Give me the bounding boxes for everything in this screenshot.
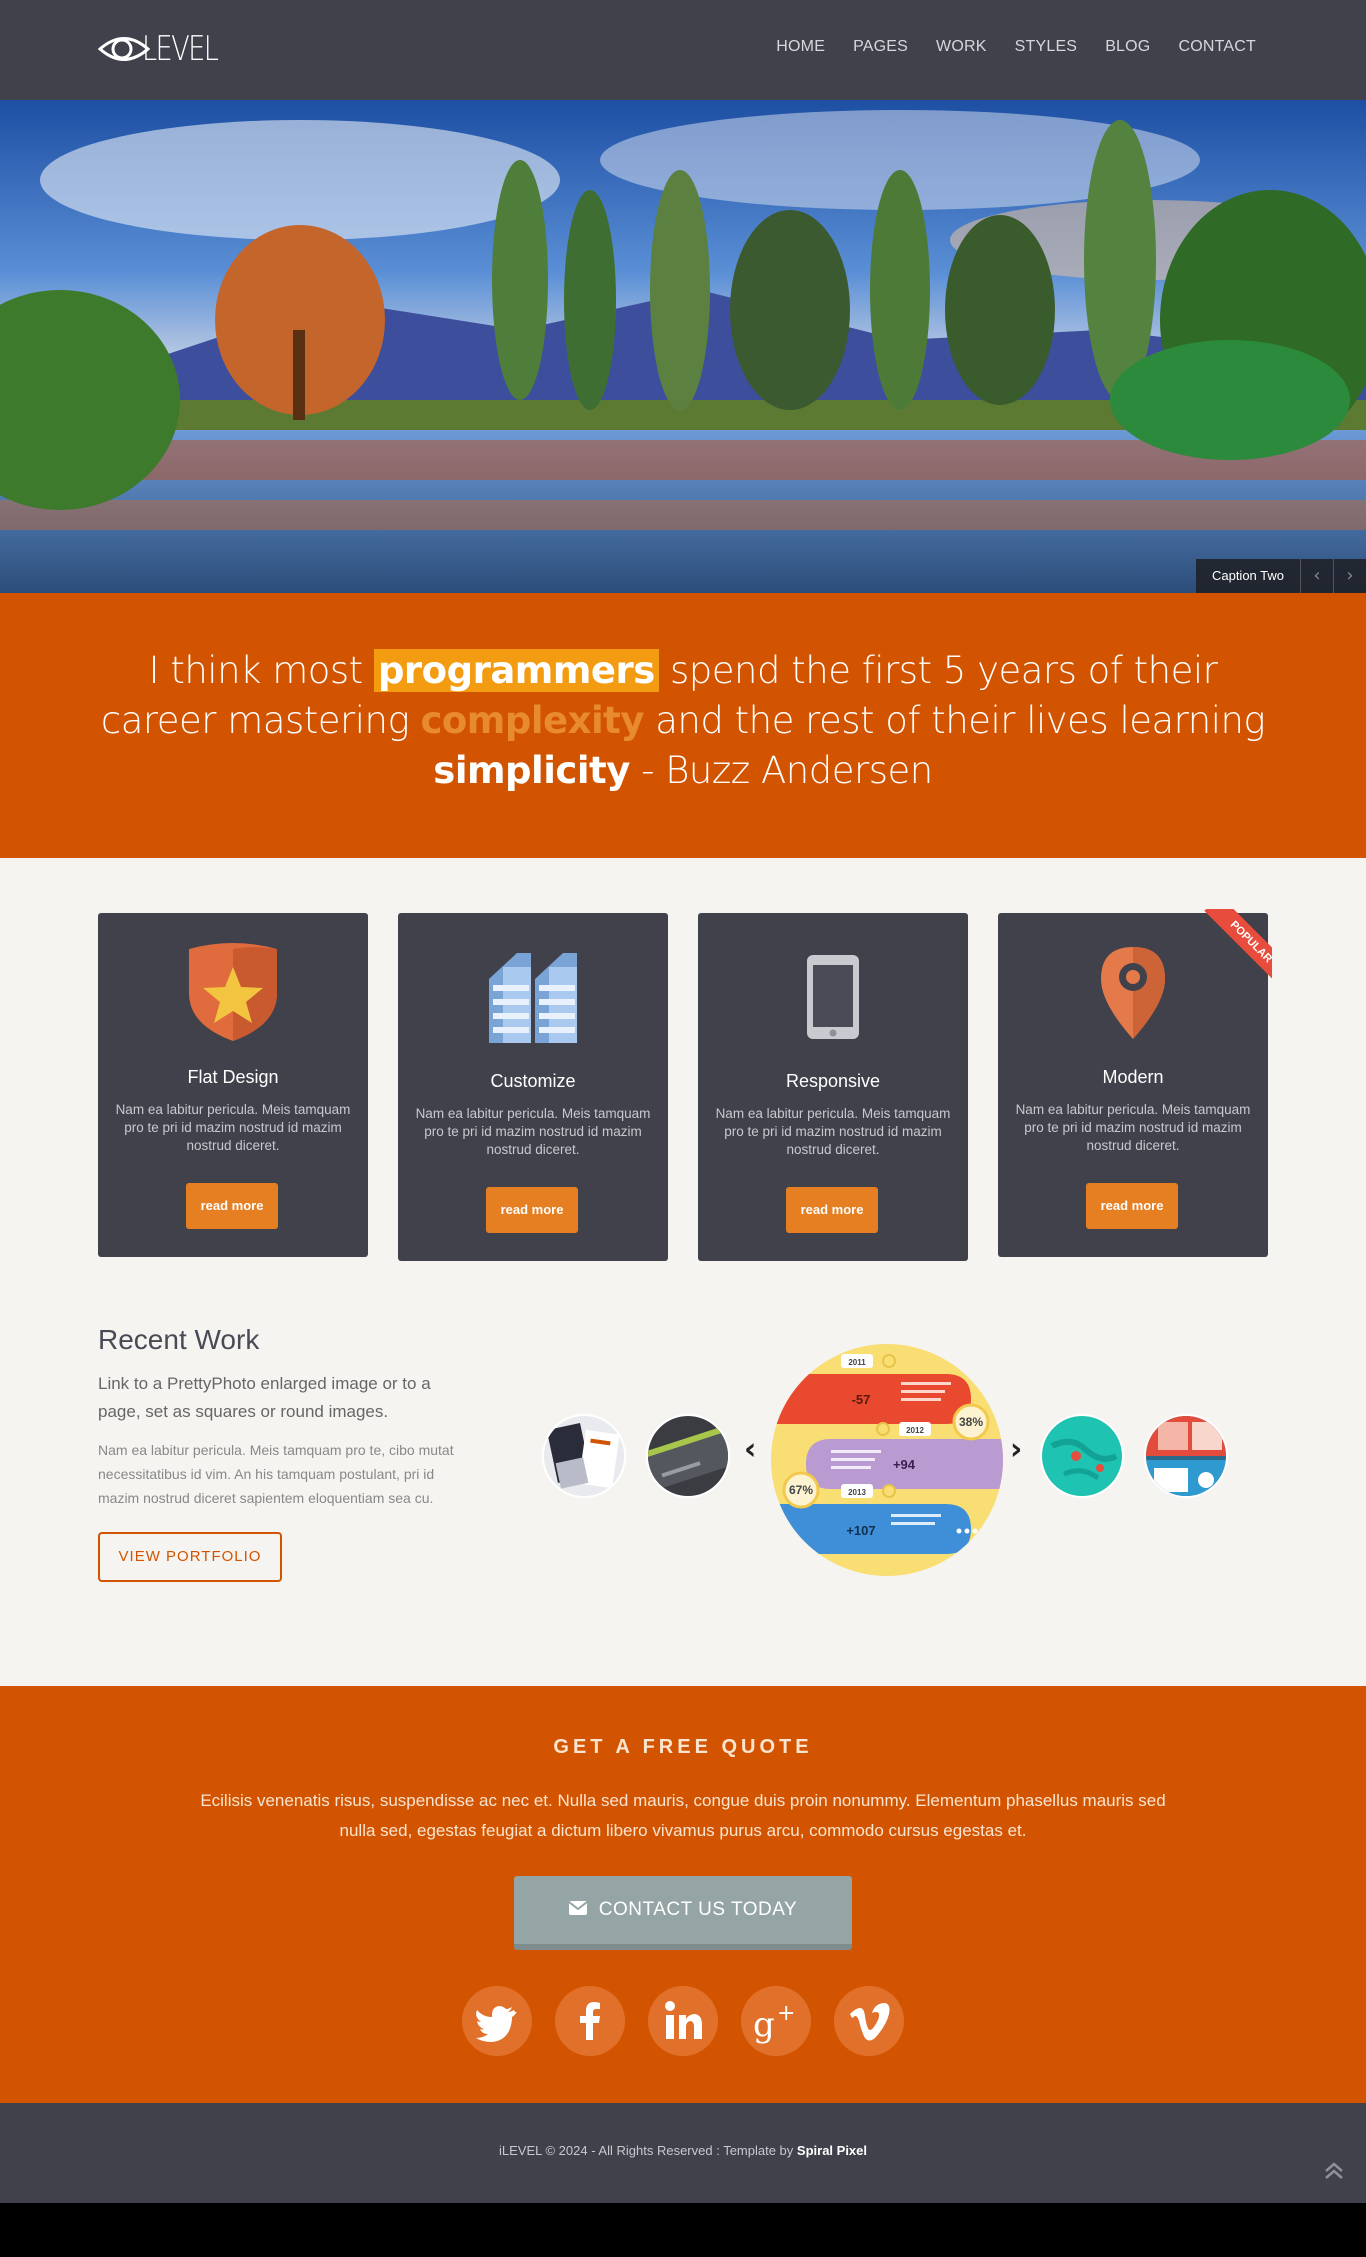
card-title: Modern [1102, 1067, 1164, 1087]
chevron-right-icon[interactable]: › [1333, 559, 1366, 593]
logo-text: LEVEL [142, 29, 219, 69]
linkedin-button[interactable] [648, 1986, 718, 2056]
infographic-value-1: -57 [852, 1392, 871, 1407]
recent-work-subtitle: Link to a PrettyPhoto enlarged image or … [98, 1374, 431, 1421]
feature-card-flat-design: Flat Design Nam ea labitur pericula. Mei… [98, 913, 368, 1257]
facebook-button[interactable] [555, 1986, 625, 2056]
portfolio-thumb-card[interactable] [646, 1414, 730, 1498]
site-header: LEVEL HOME PAGES WORK STYLES BLOG CONTAC… [0, 0, 1366, 100]
card-text: Nam ea labitur pericula. Meis tamquam pr… [115, 1102, 351, 1153]
hero-slider: Caption Two ‹ › [0, 100, 1366, 593]
svg-text:+: + [777, 2001, 795, 2026]
google-plus-button[interactable]: g + [741, 1986, 811, 2056]
quote-highlight: programmers [373, 649, 659, 692]
bottom-bar [0, 2203, 1366, 2257]
quote-author: - Buzz Andersen [629, 749, 933, 792]
cta-title: GET A FREE QUOTE [553, 1736, 813, 1758]
feature-card-modern: Modern Nam ea labitur pericula. Meis tam… [998, 909, 1272, 1257]
view-portfolio-button[interactable]: VIEW PORTFOLIO [98, 1532, 282, 1582]
infographic-percent-1: 38% [959, 1415, 983, 1429]
card-text: Nam ea labitur pericula. Meis tamquam pr… [715, 1106, 951, 1157]
portfolio-thumb-magazine[interactable] [542, 1414, 626, 1498]
google-plus-icon: g + [753, 2001, 795, 2045]
footer-copyright: iLEVEL © 2024 - All Rights Reserved : Te… [0, 2143, 1366, 2158]
facebook-icon [580, 2002, 600, 2040]
infographic-image: 2011 2012 2013 -57 +94 +107 38% 67% [771, 1344, 1003, 1576]
infographic-value-3: +107 [846, 1523, 875, 1538]
logo[interactable]: LEVEL [97, 28, 219, 70]
envelope-icon [568, 1901, 587, 1916]
back-to-top-icon[interactable] [1322, 2159, 1346, 2183]
quote-highlight: simplicity [433, 749, 630, 792]
portfolio-thumb-dashboard[interactable] [1144, 1414, 1228, 1498]
nav-home[interactable]: HOME [776, 38, 825, 56]
read-more-button[interactable]: read more [1086, 1183, 1178, 1229]
infographic-percent-2: 67% [789, 1483, 813, 1497]
nav-styles[interactable]: STYLES [1015, 38, 1078, 56]
business-card-image [648, 1416, 728, 1496]
quote-banner: I think most programmers spend the first… [0, 593, 1366, 858]
buildings-icon [489, 953, 577, 1043]
vimeo-icon [850, 2003, 890, 2041]
feature-card-customize: Customize Nam ea labitur pericula. Meis … [398, 913, 668, 1261]
twitter-icon [476, 2006, 517, 2042]
contact-us-button[interactable]: CONTACT US TODAY [514, 1876, 852, 1950]
popular-badge: POPULAR [1204, 909, 1272, 989]
card-title: Flat Design [187, 1067, 279, 1087]
cta-text: Ecilisis venenatis risus, suspendisse ac… [200, 1791, 1166, 1840]
quote-text: I think most programmers spend the first… [100, 646, 1266, 796]
featured-infographic[interactable]: 2011 2012 2013 -57 +94 +107 38% 67% [771, 1344, 1003, 1576]
site-footer: iLEVEL © 2024 - All Rights Reserved : Te… [0, 2103, 1366, 2203]
infographic-year-1: 2011 [848, 1358, 866, 1367]
footer-copyright-text: iLEVEL © 2024 - All Rights Reserved : Te… [499, 2143, 797, 2158]
quote-part: I think most [148, 649, 374, 692]
map-image [1042, 1416, 1122, 1496]
card-text: Nam ea labitur pericula. Meis tamquam pr… [415, 1106, 651, 1157]
main-nav: HOME PAGES WORK STYLES BLOG CONTACT [748, 38, 1256, 56]
carousel-next-icon[interactable]: › [1010, 1432, 1022, 1467]
main-content: Flat Design Nam ea labitur pericula. Mei… [0, 858, 1366, 1686]
phone-icon [807, 955, 859, 1039]
shield-star-icon [189, 943, 277, 1041]
nav-blog[interactable]: BLOG [1105, 38, 1150, 56]
carousel-prev-icon[interactable]: ‹ [744, 1432, 756, 1467]
read-more-button[interactable]: read more [786, 1187, 878, 1233]
nav-contact[interactable]: CONTACT [1178, 38, 1256, 56]
contact-us-label: CONTACT US TODAY [598, 1899, 798, 1920]
card-title: Customize [490, 1071, 576, 1091]
popular-ribbon: POPULAR [1188, 909, 1272, 993]
quote-part: and the rest of their lives learning [643, 699, 1266, 742]
infographic-year-3: 2013 [848, 1488, 866, 1497]
nav-pages[interactable]: PAGES [853, 38, 908, 56]
read-more-button[interactable]: read more [186, 1183, 278, 1229]
dashboard-image [1146, 1416, 1226, 1496]
svg-text:g: g [753, 2005, 775, 2045]
infographic-year-2: 2012 [906, 1426, 924, 1435]
footer-author-link[interactable]: Spiral Pixel [797, 2143, 867, 2158]
magazine-image [544, 1416, 624, 1496]
quote-highlight: complexity [420, 699, 644, 742]
card-text: Nam ea labitur pericula. Meis tamquam pr… [1015, 1102, 1251, 1153]
slider-caption: Caption Two [1195, 559, 1300, 593]
card-title: Responsive [785, 1071, 881, 1091]
chevron-left-icon[interactable]: ‹ [1300, 559, 1333, 593]
recent-work-title: Recent Work [98, 1324, 260, 1355]
vimeo-button[interactable] [834, 1986, 904, 2056]
twitter-button[interactable] [462, 1986, 532, 2056]
read-more-button[interactable]: read more [486, 1187, 578, 1233]
recent-work-text: Nam ea labitur pericula. Meis tamquam pr… [98, 1442, 454, 1506]
quote-cta-section: GET A FREE QUOTE Ecilisis venenatis risu… [0, 1686, 1366, 2103]
linkedin-icon [665, 2001, 702, 2039]
map-pin-icon [1101, 947, 1165, 1039]
hero-landscape-image [0, 100, 1366, 593]
infographic-value-2: +94 [893, 1457, 916, 1472]
feature-card-responsive: Responsive Nam ea labitur pericula. Meis… [698, 913, 968, 1261]
portfolio-thumb-map[interactable] [1040, 1414, 1124, 1498]
nav-work[interactable]: WORK [936, 38, 987, 56]
